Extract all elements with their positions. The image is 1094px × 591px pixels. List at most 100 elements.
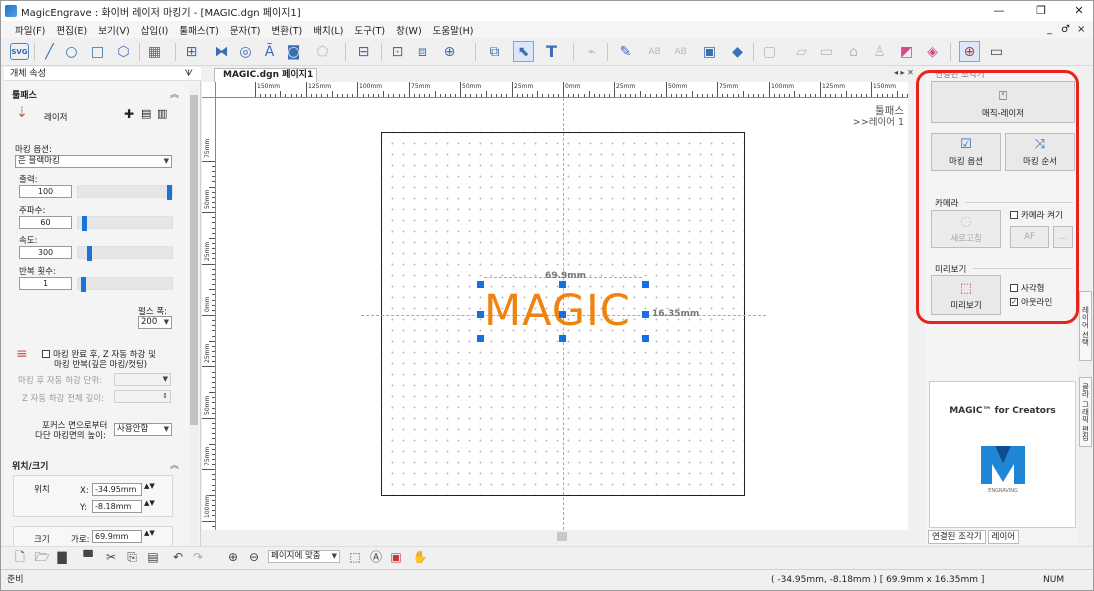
svg-import-button[interactable]: SVG [10,43,29,60]
brush-tool-icon[interactable]: ⌁ [581,41,602,62]
tab-layers[interactable]: 레이어 [987,530,1020,544]
new-file-icon[interactable]: 🗋 [11,549,29,565]
frame-tool-icon[interactable]: ▭ [986,41,1007,62]
mirror-tool-icon[interactable]: ⧓ [211,41,232,62]
panel-scrollbar[interactable] [189,85,199,547]
resize-handle-bottom-left[interactable] [477,335,484,342]
figure-tool-icon[interactable]: ♙ [869,41,890,62]
circle-tool-icon[interactable]: ○ [61,41,82,62]
slider-thumb[interactable] [82,216,87,231]
zoom-area-icon[interactable]: ⬚ [346,549,364,565]
shape-tool-icon[interactable]: ⬠ [312,41,333,62]
pin-icon[interactable]: ᗐ [185,67,193,81]
grid-tool-icon[interactable]: ⊞ [181,41,202,62]
z-total-depth-input[interactable]: ⇕ [114,390,171,403]
resize-handle-bottom-right[interactable] [642,335,649,342]
open-folder-icon[interactable]: 🗁 [33,549,51,565]
photo-tool-icon[interactable]: ▣ [699,41,720,62]
y-spinner-icon[interactable]: ▲▼ [144,499,155,507]
collapse-icon[interactable]: ︽ [170,87,179,100]
restore-button[interactable]: ❐ [1026,1,1056,21]
layer-tool-icon[interactable]: ◈ [922,41,943,62]
line-tool-icon[interactable]: ╱ [39,41,60,62]
canvas-horizontal-scrollbar[interactable] [216,531,908,542]
fill-tool-icon[interactable]: ◩ [896,41,917,62]
menu-tools[interactable]: 도구(T) [354,23,385,37]
text-outline-button[interactable]: AB [644,41,665,62]
repeat-slider[interactable] [77,277,173,292]
close-button[interactable]: ✕ [1064,1,1093,21]
text-convert-button[interactable]: AB [670,41,691,62]
node-tool-icon[interactable]: ⊡ [387,41,408,62]
width-input[interactable]: 69.9mm [92,530,142,543]
minimize-button[interactable]: — [984,1,1014,21]
mdi-minimize-button[interactable]: _ [1047,21,1052,38]
menu-help[interactable]: 도움말(H) [433,23,474,37]
menu-edit[interactable]: 편집(E) [56,23,87,37]
rectangle-tool-icon[interactable]: □ [87,41,108,62]
frequency-input[interactable]: 60 [19,216,72,229]
auto-down-unit-select[interactable]: ▼ [114,373,171,386]
focus-height-select[interactable]: 사용안함 ▼ [114,423,172,436]
resize-handle-left[interactable] [477,311,484,318]
menu-toolpath[interactable]: 툴패스(T) [179,23,218,37]
stamp-tool-icon[interactable]: ⌂ [843,41,864,62]
resize-handle-right[interactable] [642,311,649,318]
marking-option-select[interactable]: 은 블랙마킹 ▼ [15,155,172,168]
frequency-slider[interactable] [77,216,173,231]
resize-handle-top-right[interactable] [642,281,649,288]
tab-nav-arrows[interactable]: ◂ ▸ ✕ [894,68,914,77]
magic-text-object[interactable]: MAGIC [484,286,631,336]
toolpath-section-header[interactable]: 툴패스 ︽ [12,88,179,101]
resize-handle-top-left[interactable] [477,281,484,288]
side-tab-layer-select[interactable]: 레이어 선택 [1079,291,1092,361]
resize-handle-bottom[interactable] [559,335,566,342]
move-handle-center[interactable] [559,311,566,318]
x-position-input[interactable]: -34.95mm [92,483,142,496]
text-frame-icon[interactable]: Ā [259,41,280,62]
tab-connected-engraver[interactable]: 연결된 조각기 [928,530,986,544]
print-icon[interactable]: ▀ [79,549,97,565]
pulse-width-select[interactable]: 200 ▼ [138,316,172,329]
add-icon[interactable]: ✚ [124,107,134,121]
menu-window[interactable]: 창(W) [396,23,422,37]
text-tool-icon[interactable]: T [541,41,562,62]
mdi-restore-button[interactable]: ♂ [1061,21,1070,38]
menu-view[interactable]: 보기(V) [98,23,129,37]
save-icon[interactable]: ▤ [141,107,151,120]
zoom-in-icon[interactable]: ⊕ [224,549,242,565]
width-spinner-icon[interactable]: ▲▼ [144,529,155,537]
menu-text[interactable]: 문자(T) [230,23,261,37]
power-slider[interactable] [77,185,173,200]
slider-thumb[interactable] [167,185,172,200]
resize-handle-top[interactable] [559,281,566,288]
repeat-input[interactable]: 1 [19,277,72,290]
speed-input[interactable]: 300 [19,246,72,259]
x-spinner-icon[interactable]: ▲▼ [144,482,155,490]
undo-icon[interactable]: ↶ [169,549,187,565]
rotary-tool-icon[interactable]: ◎ [235,41,256,62]
drawing-canvas[interactable]: 툴패스 >>레이어 1 69.9mm 16.35mm MAGIC [216,98,908,530]
menu-insert[interactable]: 삽입(I) [141,23,169,37]
group-tool-icon[interactable]: ⧈ [412,41,433,62]
document-tab[interactable]: MAGIC.dgn 페이지1 [214,68,317,82]
redo-icon[interactable]: ↷ [189,549,207,565]
eraser-tool-icon[interactable]: ◆ [727,41,748,62]
mdi-close-button[interactable]: × [1077,21,1085,38]
scrollbar-thumb[interactable] [557,532,567,541]
y-position-input[interactable]: -8.18mm [92,500,142,513]
paste-icon[interactable]: ▤ [144,549,162,565]
menu-file[interactable]: 파일(F) [15,23,45,37]
slider-thumb[interactable] [81,277,86,292]
menu-arrange[interactable]: 배치(L) [313,23,343,37]
scrollbar-thumb[interactable] [190,95,198,425]
align-tool-icon[interactable]: ⊟ [353,41,374,62]
zoom-select[interactable]: 페이지에 맞춤 ▼ [268,550,340,563]
pan-hand-icon[interactable]: ✋ [411,549,429,565]
select-tool-icon[interactable]: ⬉ [513,41,534,62]
delete-icon[interactable]: ▥ [157,107,167,120]
intersect-tool-icon[interactable]: ▭ [816,41,837,62]
distribute-tool-icon[interactable]: ⊕ [439,41,460,62]
crosshair-tool-icon[interactable]: ⊕ [959,41,980,62]
power-input[interactable]: 100 [19,185,72,198]
